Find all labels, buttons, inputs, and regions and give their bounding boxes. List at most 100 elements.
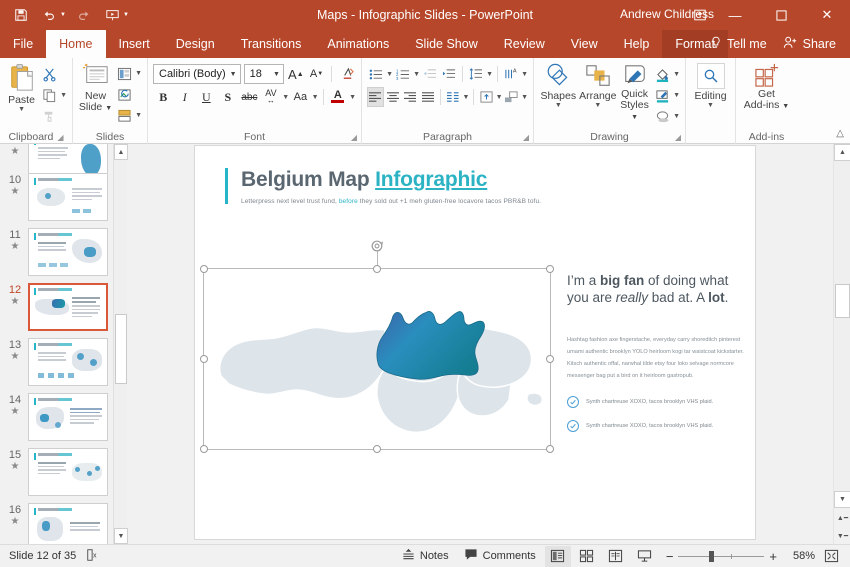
slide-thumbnail-pane[interactable]: 9 ★ 10 ★ — [0, 144, 113, 544]
text-shadow-button[interactable]: S — [218, 87, 239, 107]
tab-review[interactable]: Review — [491, 30, 558, 58]
save-icon[interactable] — [8, 3, 34, 27]
thumbnail-item[interactable]: 11 ★ — [0, 225, 113, 280]
font-family-combo[interactable]: Calibri (Body) ▼ — [153, 64, 241, 84]
list-item[interactable]: Synth chartreuse XOXO, tacos brooklyn VH… — [567, 396, 749, 408]
tab-animations[interactable]: Animations — [314, 30, 402, 58]
fit-to-window-button[interactable] — [818, 546, 844, 567]
justify-icon[interactable] — [420, 87, 436, 107]
redo-icon[interactable] — [71, 3, 97, 27]
tell-me-button[interactable]: Tell me — [698, 36, 779, 52]
change-case-dropdown-icon[interactable]: ▼ — [312, 94, 319, 101]
close-button[interactable]: ✕ — [804, 0, 850, 30]
numbering-dropdown-icon[interactable]: ▼ — [413, 71, 420, 78]
resize-handle-e[interactable] — [546, 355, 554, 363]
columns-icon[interactable] — [445, 87, 461, 107]
slide-show-view-button[interactable] — [632, 546, 658, 567]
scroll-up-arrow-icon[interactable]: ▲ — [114, 144, 128, 160]
thumbnail-item[interactable]: 13 ★ — [0, 335, 113, 390]
resize-handle-n[interactable] — [373, 265, 381, 273]
slide-title[interactable]: Belgium Map Infographic — [241, 168, 487, 192]
tab-transitions[interactable]: Transitions — [228, 30, 315, 58]
font-size-combo[interactable]: 18 ▼ — [244, 64, 284, 84]
font-dialog-launcher-icon[interactable]: ◢ — [351, 133, 357, 142]
slide-indicator[interactable]: Slide 12 of 35 — [9, 550, 76, 562]
thumbnail-preview[interactable] — [28, 173, 108, 221]
resize-handle-sw[interactable] — [200, 445, 208, 453]
zoom-level[interactable]: 58% — [785, 550, 815, 562]
slide-bullet-list[interactable]: Synth chartreuse XOXO, tacos brooklyn VH… — [567, 396, 749, 444]
comments-button[interactable]: Comments — [458, 546, 542, 567]
quick-styles-button[interactable]: QuickStyles ▼ — [618, 61, 651, 123]
strikethrough-button[interactable]: abc — [239, 87, 260, 107]
resize-handle-s[interactable] — [373, 445, 381, 453]
editing-dropdown-icon[interactable]: ▼ — [707, 102, 714, 109]
change-case-button[interactable]: Aa — [290, 87, 311, 107]
section-icon[interactable] — [113, 105, 135, 126]
layout-icon[interactable] — [113, 63, 135, 84]
shape-effects-dropdown-icon[interactable]: ▼ — [673, 113, 680, 120]
slide-headline[interactable]: I’m a big fan of doing what you are real… — [567, 272, 747, 306]
copy-dropdown-icon[interactable]: ▼ — [60, 92, 67, 99]
tab-home[interactable]: Home — [46, 30, 105, 58]
thumbnail-item-selected[interactable]: 12 ★ — [0, 280, 113, 335]
new-slide-button[interactable]: NewSlide ▼ — [78, 61, 113, 114]
reset-icon[interactable] — [113, 84, 135, 105]
resize-handle-w[interactable] — [200, 355, 208, 363]
thumbnail-preview[interactable] — [28, 283, 108, 331]
scroll-up-arrow-icon[interactable]: ▲ — [834, 144, 850, 161]
tab-help[interactable]: Help — [611, 30, 663, 58]
collapse-ribbon-icon[interactable]: △ — [836, 128, 844, 139]
slide-sorter-view-button[interactable] — [574, 546, 600, 567]
character-spacing-icon[interactable]: AV ↔ — [261, 87, 282, 107]
zoom-handle[interactable] — [709, 551, 714, 562]
rotate-handle-icon[interactable] — [370, 239, 384, 253]
scroll-down-arrow-icon[interactable]: ▼ — [114, 528, 128, 544]
thumbnail-preview[interactable] — [28, 448, 108, 496]
next-slide-button[interactable]: ▼━ — [834, 527, 850, 544]
zoom-track[interactable] — [678, 556, 764, 557]
maximize-button[interactable] — [758, 0, 804, 30]
tab-file[interactable]: File — [0, 30, 46, 58]
shape-fill-icon[interactable] — [651, 64, 673, 85]
thumbnail-item[interactable]: 15 ★ — [0, 445, 113, 500]
font-color-dropdown-icon[interactable]: ▼ — [349, 94, 356, 101]
paste-button[interactable]: Paste ▼ — [5, 61, 38, 113]
reading-view-button[interactable] — [603, 546, 629, 567]
shape-outline-dropdown-icon[interactable]: ▼ — [673, 92, 680, 99]
paste-dropdown-icon[interactable]: ▼ — [18, 106, 25, 113]
slide-vertical-scrollbar[interactable]: ▲ ▼ ▲━ ▼━ — [833, 144, 850, 544]
resize-handle-nw[interactable] — [200, 265, 208, 273]
shape-outline-icon[interactable] — [651, 85, 673, 106]
drawing-dialog-launcher-icon[interactable]: ◢ — [675, 133, 681, 142]
get-addins-button[interactable]: GetAdd-ins ▼ — [741, 61, 792, 112]
paragraph-dialog-launcher-icon[interactable]: ◢ — [523, 133, 529, 142]
slide-canvas[interactable]: Belgium Map Infographic Letterpress next… — [128, 144, 822, 544]
char-spacing-dropdown-icon[interactable]: ▼ — [282, 94, 289, 101]
smartart-dropdown-icon[interactable]: ▼ — [521, 94, 528, 101]
copy-icon[interactable] — [38, 85, 60, 106]
shape-fill-dropdown-icon[interactable]: ▼ — [673, 71, 680, 78]
clear-formatting-icon[interactable] — [338, 64, 356, 84]
decrease-font-size-icon[interactable]: A▼ — [308, 64, 326, 84]
numbering-icon[interactable]: 123 — [394, 64, 412, 84]
layout-dropdown-icon[interactable]: ▼ — [135, 70, 142, 77]
thumbnail-preview[interactable] — [28, 393, 108, 441]
thumbnail-preview[interactable] — [28, 338, 108, 386]
increase-font-size-icon[interactable]: A▲ — [287, 64, 305, 84]
tab-design[interactable]: Design — [163, 30, 228, 58]
normal-view-button[interactable] — [545, 546, 571, 567]
minimize-button[interactable]: — — [712, 0, 758, 30]
undo-icon[interactable] — [36, 3, 62, 27]
resize-handle-se[interactable] — [546, 445, 554, 453]
shapes-button[interactable]: Shapes ▼ — [539, 61, 578, 109]
zoom-in-button[interactable]: + — [769, 549, 777, 564]
list-item[interactable]: Synth chartreuse XOXO, tacos brooklyn VH… — [567, 420, 749, 432]
editing-button[interactable]: Editing ▼ — [691, 61, 730, 109]
font-color-button[interactable]: A — [328, 87, 349, 107]
line-spacing-dropdown-icon[interactable]: ▼ — [486, 71, 493, 78]
align-right-icon[interactable] — [402, 87, 418, 107]
resize-handle-ne[interactable] — [546, 265, 554, 273]
underline-button[interactable]: U — [196, 87, 217, 107]
decrease-indent-icon[interactable] — [421, 64, 439, 84]
